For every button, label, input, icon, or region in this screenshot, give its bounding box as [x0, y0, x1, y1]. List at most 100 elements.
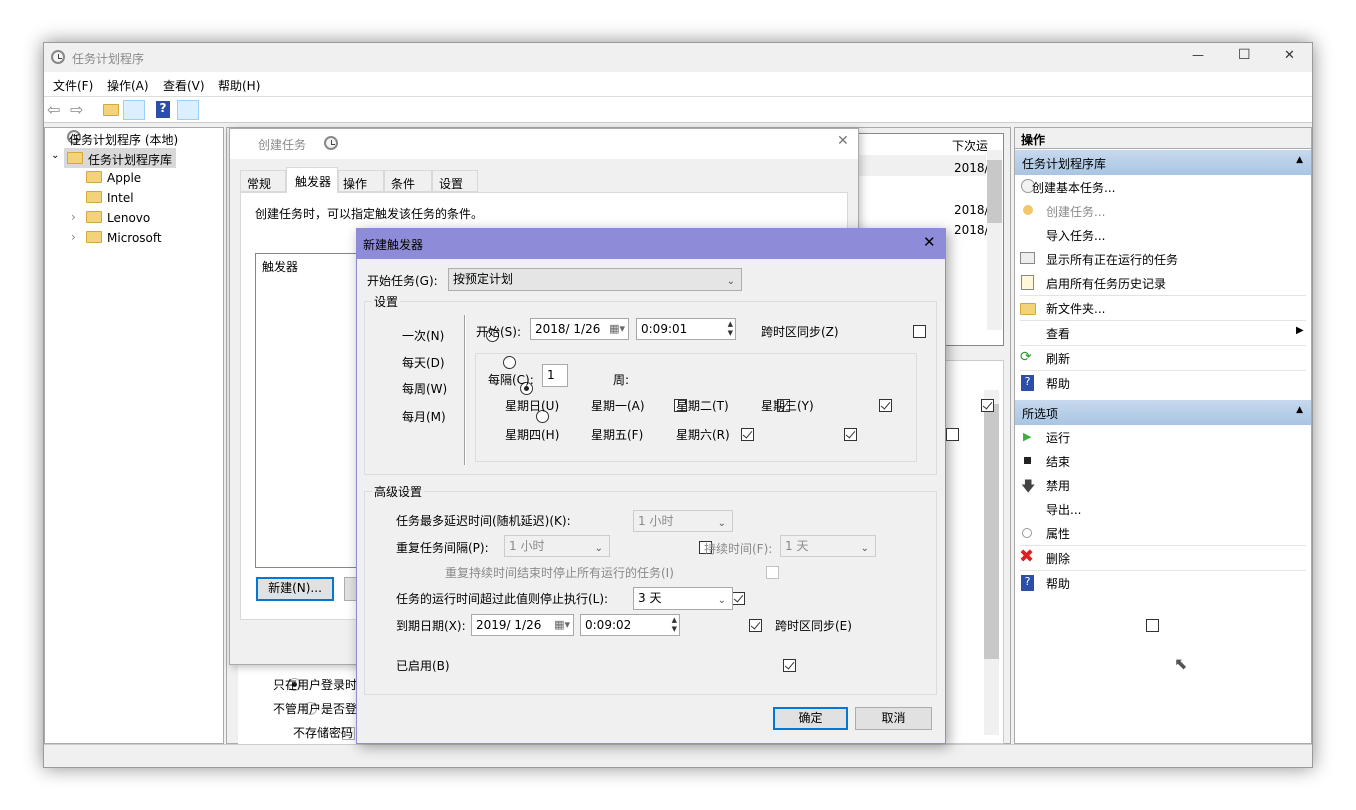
close-icon[interactable]: ✕ — [837, 133, 849, 149]
cancel-button[interactable]: 取消 — [855, 707, 932, 730]
help-icon[interactable]: ? — [156, 101, 170, 118]
folder-clock-icon — [67, 152, 83, 164]
properties-scrollbar[interactable] — [984, 390, 999, 735]
duration-label: 持续时间(F): — [704, 542, 773, 556]
close-button[interactable]: ✕ — [923, 233, 936, 251]
action-create-basic-task[interactable]: 创建基本任务... — [1032, 179, 1115, 196]
start-date-picker[interactable]: 2018/ 1/26 ▦▾ — [530, 318, 629, 340]
stop-icon — [1024, 457, 1031, 464]
action-delete[interactable]: 删除 — [1046, 550, 1070, 567]
menu-file[interactable]: 文件(F) — [53, 77, 93, 94]
spinner-icon[interactable]: ▲ ▼ — [672, 616, 677, 634]
menu-help[interactable]: 帮助(H) — [218, 77, 260, 94]
calendar-icon[interactable]: ▦▾ — [554, 615, 570, 635]
list-scrollbar[interactable] — [987, 150, 1002, 330]
chevron-right-icon[interactable]: › — [71, 230, 76, 244]
up-folder-icon[interactable] — [103, 104, 119, 116]
delay-select[interactable]: 1 小时 ⌄ — [633, 510, 733, 532]
chevron-down-icon: ⌄ — [717, 595, 726, 606]
action-enable-history[interactable]: 启用所有任务历史记录 — [1046, 275, 1166, 292]
menu-action[interactable]: 操作(A) — [107, 77, 149, 94]
action-new-folder[interactable]: 新文件夹... — [1046, 300, 1105, 317]
action-create-task[interactable]: 创建任务... — [1046, 203, 1105, 220]
action-show-running[interactable]: 显示所有正在运行的任务 — [1046, 251, 1178, 268]
advanced-group-label: 高级设置 — [372, 483, 425, 500]
checkbox-saturday[interactable] — [946, 428, 960, 441]
start-label: 开始(S): — [476, 325, 522, 339]
back-icon[interactable]: ⇦ — [47, 100, 60, 119]
select-value: 1 天 — [785, 539, 809, 553]
minimize-button[interactable]: — — [1192, 48, 1204, 62]
expire-date-picker[interactable]: 2019/ 1/26 ▦▾ — [471, 614, 574, 636]
tab-label: 常规 — [247, 177, 272, 191]
radio-label: 每月(M) — [402, 410, 446, 424]
show-tree-icon[interactable] — [123, 100, 145, 120]
tab-general[interactable]: 常规 — [240, 170, 286, 192]
tree-root[interactable]: 任务计划程序 (本地) — [69, 131, 178, 148]
ok-button[interactable]: 确定 — [773, 707, 848, 730]
calendar-icon[interactable]: ▦▾ — [609, 319, 625, 339]
tree-folder-lenovo[interactable]: Lenovo — [107, 211, 150, 225]
menu-view[interactable]: 查看(V) — [163, 77, 205, 94]
action-view[interactable]: 查看 — [1046, 325, 1070, 342]
show-action-pane-icon[interactable] — [177, 100, 199, 120]
tree-folder-microsoft[interactable]: Microsoft — [107, 231, 162, 245]
chevron-down-icon[interactable]: ⌄ — [51, 150, 59, 161]
action-help[interactable]: 帮助 — [1046, 375, 1070, 392]
repeat-select[interactable]: 1 小时 ⌄ — [504, 535, 610, 557]
start-time-field[interactable]: 0:09:01 ▲ ▼ — [636, 318, 736, 340]
recur-input[interactable]: 1 — [542, 364, 568, 387]
triggers-description: 创建任务时，可以指定触发该任务的条件。 — [255, 207, 484, 221]
section-title: 任务计划程序库 — [1022, 157, 1107, 171]
section-library[interactable]: 任务计划程序库 ▲ — [1015, 150, 1311, 175]
action-help-selected[interactable]: 帮助 — [1046, 575, 1070, 592]
action-export[interactable]: 导出... — [1046, 501, 1081, 518]
checkbox-thursday[interactable] — [741, 428, 755, 441]
begin-task-label: 开始任务(G): — [367, 274, 438, 288]
spinner-icon[interactable]: ▲ ▼ — [728, 320, 733, 338]
checkbox-friday[interactable] — [844, 428, 858, 441]
sync-timezone-checkbox[interactable] — [913, 325, 927, 338]
action-end[interactable]: 结束 — [1046, 453, 1070, 470]
stop-all-checkbox[interactable] — [765, 566, 779, 579]
expire-time-field[interactable]: 0:09:02 ▲ ▼ — [580, 614, 680, 636]
stop-after-label: 任务的运行时间超过此值则停止执行(L): — [396, 592, 609, 606]
tab-triggers[interactable]: 触发器 — [286, 167, 338, 193]
tab-settings[interactable]: 设置 — [432, 170, 478, 192]
recur-value: 1 — [547, 368, 555, 382]
action-disable[interactable]: 禁用 — [1046, 477, 1070, 494]
tree-library[interactable]: 任务计划程序库 — [88, 151, 172, 168]
stop-all-label: 重复持续时间结束时停止所有运行的任务(I) — [445, 566, 674, 580]
begin-task-select[interactable]: 按预定计划 ⌄ — [448, 268, 742, 291]
action-refresh[interactable]: 刷新 — [1046, 350, 1070, 367]
new-trigger-button[interactable]: 新建(N)... — [256, 577, 334, 601]
collapse-icon[interactable]: ▲ — [1296, 405, 1303, 415]
checkbox-tuesday[interactable] — [878, 399, 892, 412]
tree-folder-apple[interactable]: Apple — [107, 171, 141, 185]
close-button[interactable]: ✕ — [1284, 48, 1295, 63]
action-run[interactable]: 运行 — [1046, 429, 1070, 446]
duration-select[interactable]: 1 天 ⌄ — [780, 535, 876, 557]
maximize-button[interactable]: ☐ — [1238, 47, 1251, 63]
column-header-next-run[interactable]: 下次运 — [952, 137, 988, 154]
stop-after-select[interactable]: 3 天 ⌄ — [633, 587, 733, 610]
tab-actions[interactable]: 操作 — [338, 170, 384, 192]
forward-icon[interactable]: ⇨ — [70, 100, 83, 119]
action-properties[interactable]: 属性 — [1046, 525, 1070, 542]
tab-conditions[interactable]: 条件 — [384, 170, 432, 192]
create-task-title: 创建任务 — [258, 138, 307, 152]
section-selected-item[interactable]: 所选项 ▲ — [1015, 400, 1311, 425]
chevron-right-icon[interactable]: › — [71, 210, 76, 224]
action-import-task[interactable]: 导入任务... — [1046, 227, 1105, 244]
tree-folder-intel[interactable]: Intel — [107, 191, 134, 205]
checkbox-wednesday[interactable] — [980, 399, 994, 412]
stop-after-checkbox[interactable] — [732, 592, 746, 605]
mouse-cursor-icon: ⬉ — [1174, 654, 1188, 673]
collapse-icon[interactable]: ▲ — [1296, 155, 1303, 165]
enabled-checkbox[interactable] — [782, 659, 796, 672]
expire-checkbox[interactable] — [749, 619, 763, 632]
expire-sync-checkbox[interactable] — [1146, 619, 1160, 632]
submenu-arrow-icon: ▶ — [1296, 325, 1304, 336]
refresh-icon: ⟳ — [1020, 349, 1032, 365]
triggers-list[interactable] — [255, 253, 365, 568]
